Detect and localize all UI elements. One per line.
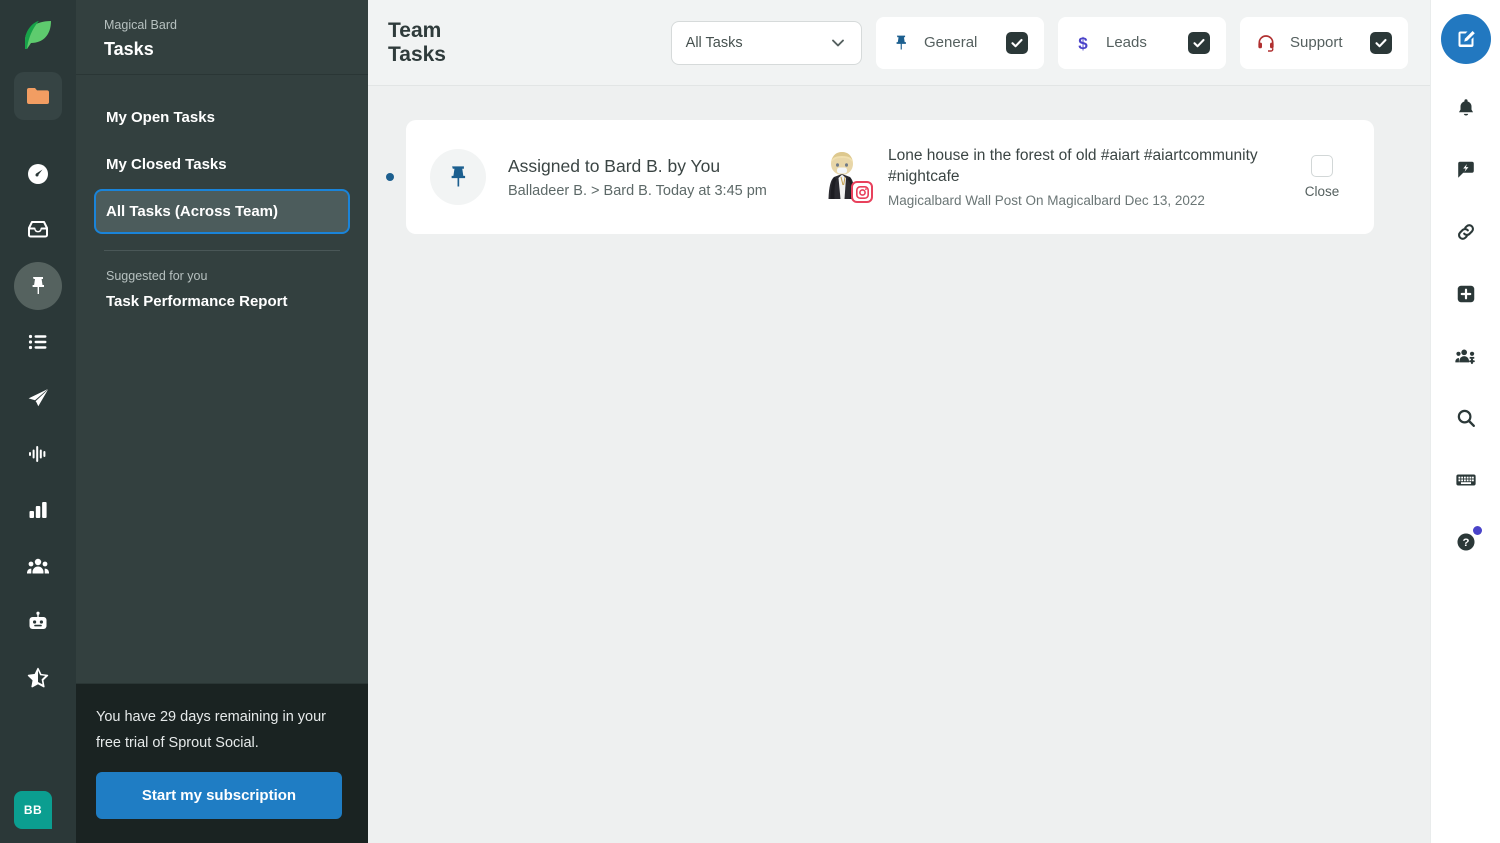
task-close-checkbox[interactable] [1311, 155, 1333, 177]
svg-text:?: ? [1462, 537, 1469, 549]
filter-chip-leads-label: Leads [1106, 34, 1147, 51]
sidebar-item-listening[interactable] [14, 430, 62, 478]
headset-icon [1256, 33, 1276, 53]
sidebar-item-tasks[interactable] [14, 262, 62, 310]
sidebar-item-my-open-tasks[interactable]: My Open Tasks [96, 97, 348, 138]
sprout-leaf-logo[interactable] [16, 14, 60, 58]
sidebar-item-reports[interactable] [14, 486, 62, 534]
trial-banner: You have 29 days remaining in your free … [76, 682, 368, 843]
pin-icon [892, 34, 910, 52]
chevron-down-icon [829, 34, 847, 52]
compose-pencil-icon[interactable] [1440, 14, 1491, 64]
tasks-nav-panel: Magical Bard Tasks My Open Tasks My Clos… [76, 0, 368, 843]
profile-avatar [814, 149, 873, 205]
sidebar-item-inbox[interactable] [14, 206, 62, 254]
keyboard-icon[interactable] [1444, 458, 1488, 502]
message-bolt-icon[interactable] [1444, 148, 1488, 192]
filter-chip-support[interactable]: Support [1240, 16, 1408, 69]
task-close-label: Close [1304, 184, 1340, 199]
task-assignment: Assigned to Bard B. by You Balladeer B. … [508, 156, 808, 199]
help-notification-badge [1472, 526, 1482, 535]
svg-text:$: $ [1078, 34, 1088, 53]
folder-icon[interactable] [14, 72, 62, 120]
filter-chip-leads[interactable]: $ Leads [1058, 16, 1226, 69]
sidebar-item-all-tasks[interactable]: All Tasks (Across Team) [96, 191, 348, 232]
app-root: BB Magical Bard Tasks My Open Tasks My C… [0, 0, 1500, 843]
task-card[interactable]: Assigned to Bard B. by You Balladeer B. … [406, 120, 1374, 234]
sidebar-item-dashboard[interactable] [14, 150, 62, 198]
dollar-icon: $ [1074, 33, 1092, 53]
trial-message: You have 29 days remaining in your free … [96, 708, 327, 751]
post-meta: Magicalbard Wall Post On Magicalbard Dec… [888, 193, 1205, 209]
avatar-initials: BB [23, 803, 43, 817]
task-row: Assigned to Bard B. by You Balladeer B. … [378, 120, 1382, 234]
user-avatar[interactable]: BB [14, 791, 52, 829]
right-action-rail: ? [1430, 0, 1500, 843]
sidebar-item-reviews[interactable] [14, 654, 62, 702]
start-subscription-button[interactable]: Start my subscription [96, 772, 342, 819]
bell-icon[interactable] [1444, 86, 1488, 130]
help-icon[interactable]: ? [1444, 520, 1488, 564]
app-icon-rail: BB [0, 0, 76, 843]
nav-item-list: My Open Tasks My Closed Tasks All Tasks … [76, 75, 368, 683]
sidebar-item-publishing[interactable] [14, 374, 62, 422]
nav-header: Magical Bard Tasks [76, 0, 368, 75]
task-close-control[interactable]: Close [1292, 155, 1352, 199]
rail-nav-list [14, 150, 62, 702]
plus-square-icon[interactable] [1444, 272, 1488, 316]
filter-chip-support-label: Support [1290, 34, 1343, 51]
post-text: Lone house in the forest of old #aiart #… [888, 146, 1258, 185]
add-people-icon[interactable] [1444, 334, 1488, 378]
page-title: Team Tasks [388, 18, 446, 66]
sidebar-item-feeds[interactable] [14, 318, 62, 366]
task-filter-value: All Tasks [685, 34, 743, 51]
link-icon[interactable] [1444, 210, 1488, 254]
sidebar-item-my-closed-tasks[interactable]: My Closed Tasks [96, 144, 348, 185]
filter-chip-leads-checkbox[interactable] [1188, 31, 1210, 54]
tasks-list-area: Assigned to Bard B. by You Balladeer B. … [368, 86, 1430, 843]
filter-chip-general[interactable]: General [876, 16, 1044, 69]
sidebar-item-bots[interactable] [14, 598, 62, 646]
instagram-icon [851, 181, 873, 203]
sidebar-item-contacts[interactable] [14, 542, 62, 590]
org-name: Magical Bard [104, 18, 177, 32]
filter-chip-general-label: General [924, 34, 978, 51]
page-section-title: Tasks [104, 39, 154, 59]
task-assign-title: Assigned to Bard B. by You [508, 155, 721, 176]
top-toolbar: Team Tasks All Tasks General $ Leads Sup… [368, 0, 1430, 86]
search-icon[interactable] [1444, 396, 1488, 440]
pin-icon [430, 149, 486, 205]
main-content: Team Tasks All Tasks General $ Leads Sup… [368, 0, 1430, 843]
task-assign-subtitle: Balladeer B. > Bard B. Today at 3:45 pm [508, 182, 767, 199]
task-post-preview: Lone house in the forest of old #aiart #… [888, 146, 1292, 209]
filter-chip-general-checkbox[interactable] [1006, 31, 1028, 54]
suggested-item-task-performance-report[interactable]: Task Performance Report [96, 283, 348, 310]
task-unread-dot [386, 173, 394, 181]
suggested-label: Suggested for you [106, 269, 208, 283]
filter-chip-support-checkbox[interactable] [1370, 31, 1392, 54]
task-filter-select[interactable]: All Tasks [670, 20, 862, 65]
